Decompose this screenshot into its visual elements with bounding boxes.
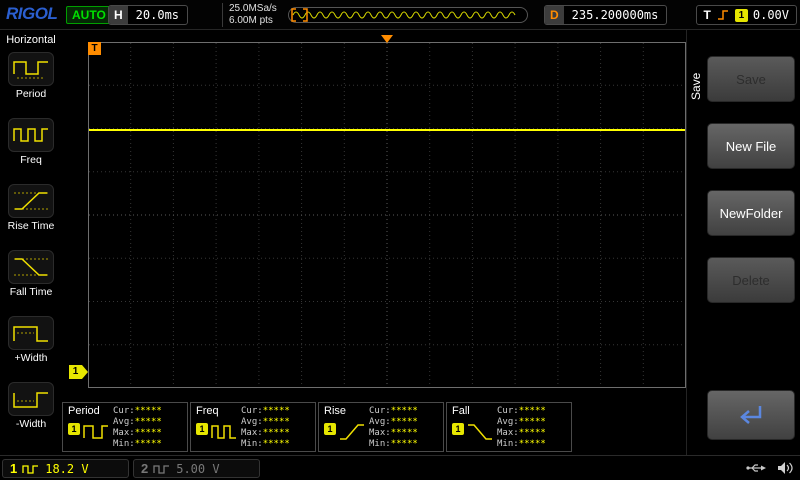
trigger-level-value: 0.00V — [753, 8, 789, 22]
memory-position-bar[interactable] — [288, 7, 528, 23]
channel1-offset-marker[interactable]: 1 — [69, 365, 88, 379]
delay-label: D — [545, 6, 564, 24]
trigger-source-badge: 1 — [735, 9, 748, 22]
horizontal-measure-sidebar: Horizontal Period Freq Rise Time Fall Ti… — [0, 30, 62, 455]
measurement-values: Cur:***** Avg:***** Max:***** Min:***** — [369, 406, 418, 450]
return-arrow-icon — [735, 402, 767, 428]
sidebar-item-neg-width[interactable]: -Width — [0, 382, 62, 430]
sidebar-item-label: Period — [0, 88, 62, 100]
trigger-readout[interactable]: T 1 0.00V — [696, 5, 797, 25]
measurement-values: Cur:***** Avg:***** Max:***** Min:***** — [241, 406, 290, 450]
sidebar-item-rise-time[interactable]: Rise Time — [0, 184, 62, 232]
back-button[interactable] — [707, 390, 795, 440]
marker-arrow-icon — [82, 365, 88, 379]
channel-coupling-icon — [22, 463, 40, 475]
sidebar-item-label: Fall Time — [0, 286, 62, 298]
sidebar-item-label: +Width — [0, 352, 62, 364]
delete-button[interactable]: Delete — [707, 257, 795, 303]
acquisition-info: 25.0MSa/s 6.00M pts — [222, 3, 277, 27]
horizontal-timebase-readout[interactable]: H 20.0ms — [108, 5, 188, 25]
run-status-badge[interactable]: AUTO — [66, 6, 112, 24]
sidebar-item-period[interactable]: Period — [0, 52, 62, 100]
channel1-scale: 18.2 V — [45, 462, 88, 476]
save-softkey-menu: Save Save New File NewFolder Delete — [686, 30, 800, 455]
measurement-source-badge: 1 — [452, 423, 464, 435]
period-icon — [82, 420, 110, 444]
neg-width-icon — [8, 382, 54, 416]
timebase-value: 20.0ms — [128, 6, 187, 24]
rise-time-icon — [8, 184, 54, 218]
channel2-number: 2 — [141, 461, 148, 476]
window-left-bracket-icon — [292, 9, 296, 21]
delay-readout: D 235.200000ms — [544, 5, 667, 25]
sidebar-item-pos-width[interactable]: +Width — [0, 316, 62, 364]
freq-icon — [210, 420, 238, 444]
top-status-bar: RIGOL AUTO H 20.0ms 25.0MSa/s 6.00M pts … — [0, 0, 800, 30]
measurement-source-badge: 1 — [68, 423, 80, 435]
trigger-position-flag: T — [88, 42, 101, 55]
pos-width-icon — [8, 316, 54, 350]
rising-slope-icon — [716, 8, 730, 22]
measurement-values: Cur:***** Avg:***** Max:***** Min:***** — [113, 406, 162, 450]
rise-icon — [338, 420, 366, 444]
memory-waveform-preview — [289, 8, 527, 22]
measurement-name: Freq — [196, 405, 219, 417]
save-button[interactable]: Save — [707, 56, 795, 102]
measurement-panel-freq[interactable]: Freq 1 Cur:***** Avg:***** Max:***** Min… — [190, 402, 316, 452]
menu-group-label: Save — [689, 54, 704, 118]
rigol-logo: RIGOL — [6, 4, 57, 24]
period-icon — [8, 52, 54, 86]
sidebar-item-freq[interactable]: Freq — [0, 118, 62, 166]
measurement-panel-rise[interactable]: Rise 1 Cur:***** Avg:***** Max:***** Min… — [318, 402, 444, 452]
measurement-panel-fall[interactable]: Fall 1 Cur:***** Avg:***** Max:***** Min… — [446, 402, 572, 452]
channel-status-bar: 1 18.2 V 2 5.00 V — [0, 455, 800, 480]
channel1-number: 1 — [10, 461, 17, 476]
sidebar-item-fall-time[interactable]: Fall Time — [0, 250, 62, 298]
new-folder-button[interactable]: NewFolder — [707, 190, 795, 236]
status-icons — [745, 461, 794, 475]
memory-depth: 6.00M pts — [229, 15, 277, 27]
channel1-marker-label: 1 — [69, 365, 82, 379]
measurement-name: Period — [68, 405, 100, 417]
sidebar-title: Horizontal — [0, 30, 62, 46]
graticule — [88, 42, 686, 388]
measurement-source-badge: 1 — [196, 423, 208, 435]
fall-icon — [466, 420, 494, 444]
oscilloscope-screen: { "colors": { "trace_yellow": "#ffff00",… — [0, 0, 800, 480]
new-file-button[interactable]: New File — [707, 123, 795, 169]
measurement-panel-period[interactable]: Period 1 Cur:***** Avg:***** Max:***** M… — [62, 402, 188, 452]
channel2-scale: 5.00 V — [176, 462, 219, 476]
trigger-position-arrow-icon[interactable] — [381, 35, 393, 43]
trigger-label: T — [704, 8, 711, 22]
usb-icon — [745, 462, 767, 474]
delay-value: 235.200000ms — [564, 6, 667, 24]
fall-time-icon — [8, 250, 54, 284]
sidebar-item-label: Freq — [0, 154, 62, 166]
sidebar-item-label: Rise Time — [0, 220, 62, 232]
measurement-name: Fall — [452, 405, 470, 417]
channel-coupling-icon — [153, 463, 171, 475]
measurement-source-badge: 1 — [324, 423, 336, 435]
speaker-icon — [777, 461, 794, 475]
measurement-values: Cur:***** Avg:***** Max:***** Min:***** — [497, 406, 546, 450]
sidebar-item-label: -Width — [0, 418, 62, 430]
waveform-display — [88, 42, 686, 388]
channel2-status[interactable]: 2 5.00 V — [133, 459, 260, 478]
channel1-status[interactable]: 1 18.2 V — [2, 459, 129, 478]
measurement-name: Rise — [324, 405, 346, 417]
sample-rate: 25.0MSa/s — [229, 3, 277, 15]
freq-icon — [8, 118, 54, 152]
horizontal-label: H — [109, 6, 128, 24]
